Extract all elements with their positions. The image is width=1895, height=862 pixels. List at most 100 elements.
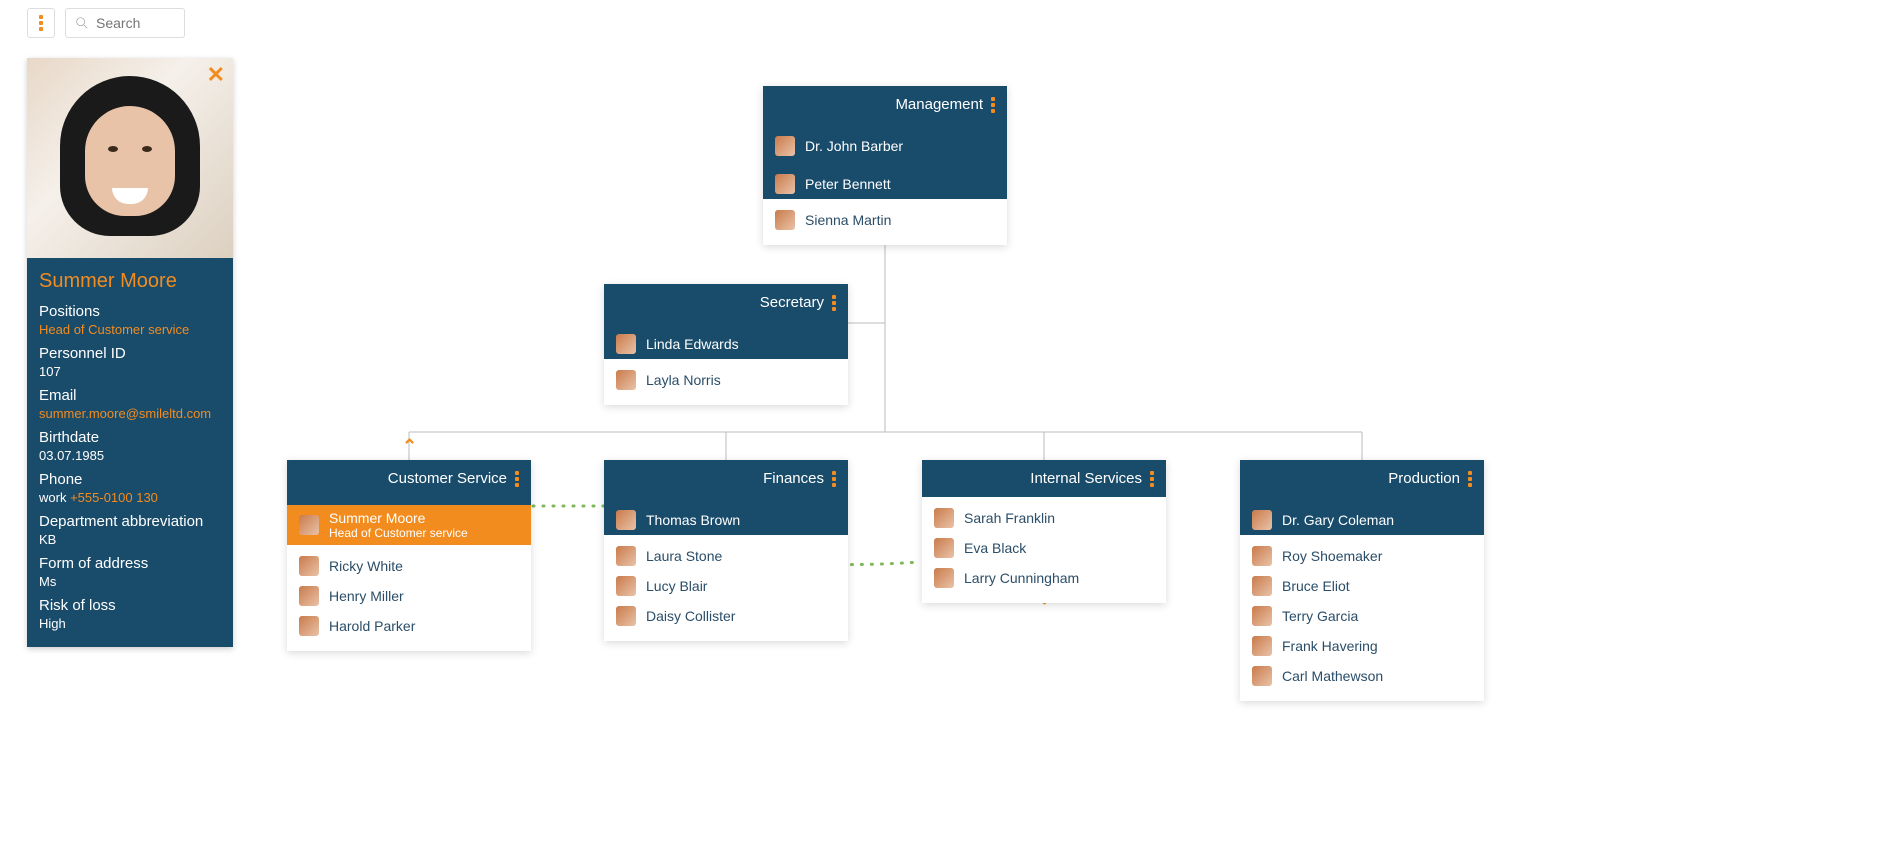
person-name: Carl Mathewson <box>1282 668 1383 684</box>
node-management[interactable]: Management Dr. John Barber Peter Bennett… <box>763 86 1007 245</box>
phone-type: work <box>39 490 66 505</box>
avatar <box>1252 666 1272 686</box>
search-input[interactable] <box>96 15 176 31</box>
person-name: Daisy Collister <box>646 608 735 624</box>
avatar-placeholder <box>60 76 200 246</box>
person-name: Bruce Eliot <box>1282 578 1350 594</box>
person-row[interactable]: Frank Havering <box>1240 631 1484 661</box>
person-name: Lucy Blair <box>646 578 707 594</box>
avatar <box>934 538 954 558</box>
person-row[interactable]: Carl Mathewson <box>1240 661 1484 691</box>
avatar <box>299 556 319 576</box>
person-name: Larry Cunningham <box>964 570 1079 586</box>
person-name: Dr. John Barber <box>805 138 903 154</box>
avatar <box>299 515 319 535</box>
dots-vertical-icon <box>39 15 43 31</box>
person-row[interactable]: Layla Norris <box>604 365 848 395</box>
avatar <box>934 568 954 588</box>
node-internal-services[interactable]: Internal Services Sarah Franklin Eva Bla… <box>922 460 1166 603</box>
phone-value: work +555-0100 130 <box>39 490 221 505</box>
person-name: Roy Shoemaker <box>1282 548 1382 564</box>
person-name: Layla Norris <box>646 372 721 388</box>
email-label: Email <box>39 387 221 404</box>
node-title: Management <box>895 96 983 113</box>
avatar <box>299 616 319 636</box>
node-finances[interactable]: Finances Thomas Brown Laura Stone Lucy B… <box>604 460 848 641</box>
person-name: Sienna Martin <box>805 212 891 228</box>
person-row[interactable]: Dr. Gary Coleman <box>1240 505 1484 535</box>
avatar <box>775 136 795 156</box>
avatar <box>1252 606 1272 626</box>
node-menu-icon[interactable] <box>1468 471 1472 487</box>
close-icon[interactable]: ✕ <box>207 64 225 86</box>
person-row[interactable]: Lucy Blair <box>604 571 848 601</box>
person-row[interactable]: Roy Shoemaker <box>1240 541 1484 571</box>
avatar <box>1252 510 1272 530</box>
avatar <box>934 508 954 528</box>
person-row[interactable]: Bruce Eliot <box>1240 571 1484 601</box>
node-header-secretary: Secretary Linda Edwards <box>604 284 848 359</box>
person-photo: ✕ <box>27 58 233 258</box>
phone-label: Phone <box>39 471 221 488</box>
person-row[interactable]: Peter Bennett <box>763 169 1007 199</box>
avatar <box>616 334 636 354</box>
node-title: Internal Services <box>1030 470 1142 487</box>
person-row[interactable]: Henry Miller <box>287 581 531 611</box>
positions-value[interactable]: Head of Customer service <box>39 322 221 337</box>
person-row[interactable]: Eva Black <box>922 533 1166 563</box>
node-customer-service[interactable]: Customer Service Summer Moore Head of Cu… <box>287 460 531 651</box>
person-name: Laura Stone <box>646 548 722 564</box>
form-address-value: Ms <box>39 574 221 589</box>
person-row[interactable]: Harold Parker <box>287 611 531 641</box>
node-title: Production <box>1388 470 1460 487</box>
person-name: Terry Garcia <box>1282 608 1358 624</box>
node-menu-icon[interactable] <box>1150 471 1154 487</box>
avatar <box>616 576 636 596</box>
person-subtitle: Head of Customer service <box>329 526 468 540</box>
person-row-highlighted[interactable]: Summer Moore Head of Customer service <box>287 505 531 545</box>
birthdate-label: Birthdate <box>39 429 221 446</box>
positions-label: Positions <box>39 303 221 320</box>
node-header-customer-service: Customer Service Summer Moore Head of Cu… <box>287 460 531 545</box>
person-name: Linda Edwards <box>646 336 739 352</box>
person-row[interactable]: Sienna Martin <box>763 205 1007 235</box>
form-address-label: Form of address <box>39 555 221 572</box>
person-row[interactable]: Thomas Brown <box>604 505 848 535</box>
phone-number[interactable]: +555-0100 130 <box>70 490 158 505</box>
avatar <box>775 210 795 230</box>
node-menu-icon[interactable] <box>991 97 995 113</box>
avatar <box>1252 636 1272 656</box>
search-box[interactable] <box>65 8 185 38</box>
person-name: Dr. Gary Coleman <box>1282 512 1394 528</box>
person-row[interactable]: Larry Cunningham <box>922 563 1166 593</box>
avatar <box>616 510 636 530</box>
person-name: Eva Black <box>964 540 1026 556</box>
person-row[interactable]: Linda Edwards <box>604 329 848 359</box>
person-name: Summer Moore <box>329 510 468 526</box>
birthdate-value: 03.07.1985 <box>39 448 221 463</box>
person-row[interactable]: Sarah Franklin <box>922 503 1166 533</box>
avatar <box>616 370 636 390</box>
person-row[interactable]: Terry Garcia <box>1240 601 1484 631</box>
person-details-panel: ✕ Summer Moore Positions Head of Custome… <box>27 58 233 647</box>
collapse-customer-service-arrow[interactable] <box>402 436 417 457</box>
node-header-finances: Finances Thomas Brown <box>604 460 848 535</box>
main-menu-button[interactable] <box>27 8 55 38</box>
node-menu-icon[interactable] <box>832 471 836 487</box>
person-row[interactable]: Laura Stone <box>604 541 848 571</box>
risk-value: High <box>39 616 221 631</box>
avatar <box>616 606 636 626</box>
node-menu-icon[interactable] <box>515 471 519 487</box>
node-title: Secretary <box>760 294 824 311</box>
node-menu-icon[interactable] <box>832 295 836 311</box>
person-row[interactable]: Daisy Collister <box>604 601 848 631</box>
personnel-id-label: Personnel ID <box>39 345 221 362</box>
node-secretary[interactable]: Secretary Linda Edwards Layla Norris <box>604 284 848 405</box>
person-name: Ricky White <box>329 558 403 574</box>
person-row[interactable]: Ricky White <box>287 551 531 581</box>
node-production[interactable]: Production Dr. Gary Coleman Roy Shoemake… <box>1240 460 1484 701</box>
node-title: Customer Service <box>388 470 507 487</box>
person-name: Henry Miller <box>329 588 404 604</box>
person-row[interactable]: Dr. John Barber <box>763 131 1007 161</box>
email-value[interactable]: summer.moore@smileltd.com <box>39 406 221 421</box>
